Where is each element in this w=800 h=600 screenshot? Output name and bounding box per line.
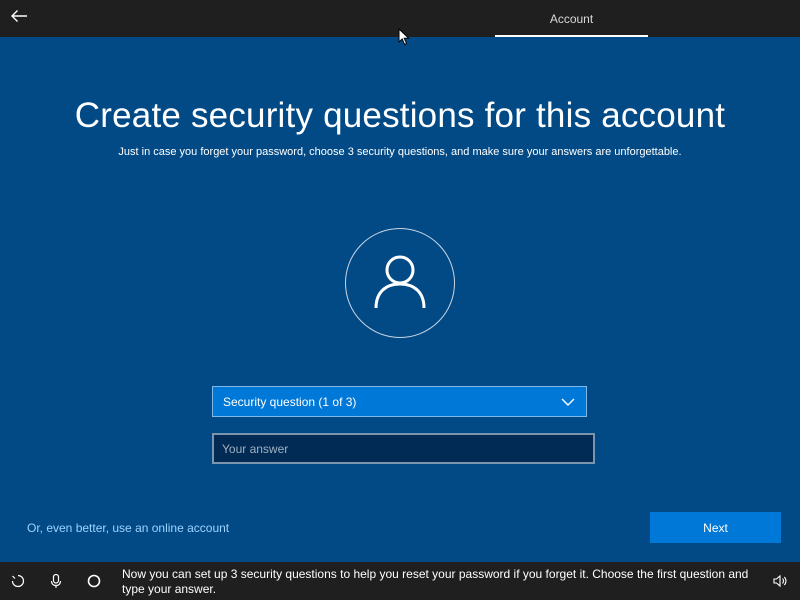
tab-account[interactable]: Account [495,0,648,37]
oobe-screen: Account Create security questions for th… [0,0,800,600]
user-icon [373,252,427,315]
microphone-icon[interactable] [48,573,64,589]
ease-of-access-icon[interactable] [10,573,26,589]
back-button[interactable] [6,6,32,30]
page-subtitle: Just in case you forget your password, c… [118,146,682,158]
next-button[interactable]: Next [650,512,781,543]
mouse-cursor-icon [398,27,410,51]
back-arrow-icon [10,9,28,28]
cortana-icon[interactable] [86,573,102,589]
online-account-link[interactable]: Or, even better, use an online account [27,521,229,535]
security-question-selected: Security question (1 of 3) [223,394,357,409]
volume-icon[interactable] [772,573,788,589]
tab-account-label: Account [549,11,594,26]
avatar [345,228,455,338]
bottom-bar: Now you can set up 3 security questions … [0,562,800,600]
chevron-down-icon [558,395,578,409]
narrator-caption: Now you can set up 3 security questions … [122,567,749,596]
next-button-label: Next [703,520,728,535]
answer-input[interactable] [212,433,595,464]
page-title: Create security questions for this accou… [74,96,726,135]
security-question-dropdown[interactable]: Security question (1 of 3) [212,386,587,417]
tab-active-indicator [495,35,648,37]
